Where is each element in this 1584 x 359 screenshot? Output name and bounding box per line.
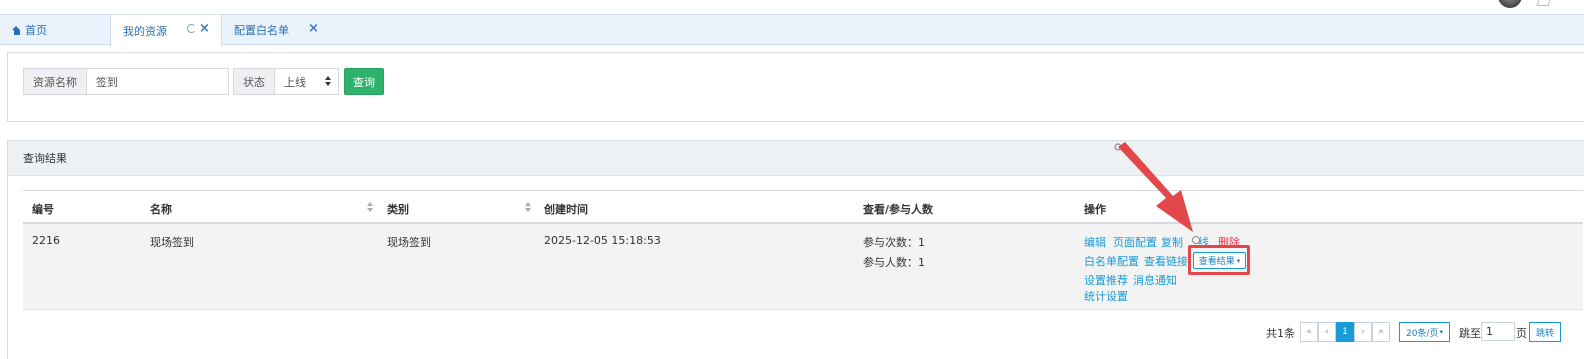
resource-name-input[interactable]: 签到: [86, 68, 229, 95]
col-created: 创建时间: [544, 203, 588, 216]
col-views: 查看/参与人数: [863, 203, 934, 216]
status-field: 状态 上线: [233, 68, 339, 95]
whitelist-config-link[interactable]: 白名单配置: [1084, 253, 1139, 269]
tab-bar: 首页 我的资源 × 配置白名单 ×: [0, 15, 1584, 46]
close-icon[interactable]: ×: [308, 22, 319, 35]
col-category[interactable]: 类别: [387, 201, 409, 217]
tab-my-resources-label: 我的资源: [123, 24, 167, 38]
resource-name-field: 资源名称 签到: [23, 68, 229, 95]
cell-id: 2216: [32, 234, 60, 247]
set-recommend-link[interactable]: 设置推荐: [1084, 272, 1128, 288]
results-table: 编号 名称 类别 创建时间 查看/参与人数 操作 2216 现场签到 现场签到 …: [23, 190, 1583, 310]
jump-page-input[interactable]: 1: [1481, 322, 1515, 341]
resource-name-label: 资源名称: [23, 68, 86, 95]
status-select-value: 上线: [284, 75, 306, 89]
page-size-label: 20条/页: [1405, 328, 1439, 339]
home-icon: [12, 25, 21, 35]
sort-icon[interactable]: [525, 202, 531, 214]
cell-name: 现场签到: [150, 236, 194, 249]
user-avatar[interactable]: [1498, 0, 1522, 8]
page-config-link[interactable]: 页面配置: [1113, 234, 1157, 250]
cell-views: 参与次数：1 参与人数：1: [863, 234, 925, 270]
cell-category: 现场签到: [387, 236, 431, 249]
close-icon[interactable]: ×: [199, 22, 210, 35]
tab-whitelist[interactable]: 配置白名单 ×: [234, 15, 319, 45]
page-size-select[interactable]: 20条/页 ▾: [1399, 322, 1450, 342]
copy-link[interactable]: 复制: [1161, 234, 1183, 250]
last-page-button[interactable]: »: [1372, 322, 1390, 342]
table-header: 编号 名称 类别 创建时间 查看/参与人数 操作: [23, 190, 1583, 224]
cell-created: 2025-12-05 15:18:53: [544, 234, 661, 247]
flag-icon[interactable]: [1536, 0, 1552, 6]
message-notify-link[interactable]: 消息通知: [1133, 272, 1177, 288]
query-button[interactable]: 查询: [344, 68, 384, 95]
participant-count: 参与人数：1: [863, 256, 925, 269]
tab-home-label: 首页: [25, 24, 47, 37]
tab-home[interactable]: 首页: [12, 15, 47, 45]
pagination-total: 共1条: [1266, 327, 1295, 340]
results-title: 查询结果: [8, 141, 1584, 176]
jump-label: 跳至: [1459, 327, 1481, 340]
caret-down-icon: ▾: [1439, 328, 1443, 336]
view-link-link[interactable]: 查看链接: [1144, 253, 1188, 269]
select-arrows-icon: [325, 76, 331, 88]
status-label: 状态: [233, 68, 274, 95]
annotation-highlight-box: [1188, 245, 1250, 275]
sort-icon[interactable]: [367, 202, 373, 214]
top-header: [0, 0, 1584, 15]
tab-whitelist-label: 配置白名单: [234, 24, 289, 37]
refresh-icon[interactable]: [187, 24, 196, 33]
results-panel: 查询结果 编号 名称 类别 创建时间 查看/参与人数 操作 2216 现场签到 …: [7, 140, 1584, 359]
stats-settings-link[interactable]: 统计设置: [1084, 288, 1128, 304]
next-page-button[interactable]: ›: [1354, 322, 1372, 342]
page-1-button[interactable]: 1: [1336, 322, 1354, 342]
table-row: 2216 现场签到 现场签到 2025-12-05 15:18:53 参与次数：…: [23, 224, 1583, 310]
col-actions: 操作: [1084, 203, 1106, 216]
participation-count: 参与次数：1: [863, 236, 925, 249]
status-select[interactable]: 上线: [274, 68, 339, 95]
page-label: 页: [1516, 327, 1527, 340]
col-id: 编号: [32, 203, 54, 216]
col-name[interactable]: 名称: [150, 201, 172, 217]
tab-my-resources[interactable]: 我的资源 ×: [110, 15, 222, 46]
prev-page-button[interactable]: ‹: [1318, 322, 1336, 342]
edit-link[interactable]: 编辑: [1084, 234, 1106, 250]
jump-button[interactable]: 跳转: [1529, 322, 1561, 342]
search-panel: 资源名称 签到 状态 上线 查询: [7, 52, 1584, 122]
first-page-button[interactable]: «: [1300, 322, 1318, 342]
